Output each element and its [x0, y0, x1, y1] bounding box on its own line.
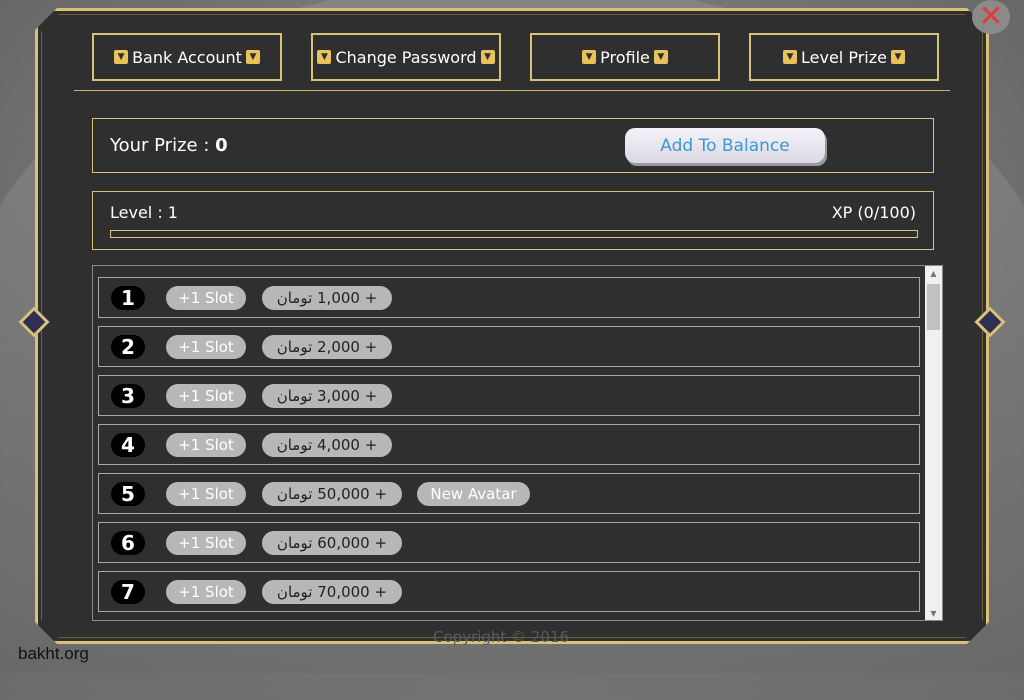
level-panel: Level : 1 XP (0/100) [92, 191, 934, 250]
site-watermark: bakht.org [18, 644, 89, 663]
chevron-down-icon: ▼ [480, 50, 495, 64]
slot-badge: +1 Slot [166, 482, 246, 506]
money-badge: + 2,000 تومان [262, 335, 392, 359]
list-scrollbar[interactable]: ▲ ▼ [925, 266, 942, 620]
prize-value: 0 [215, 135, 228, 156]
level-number-badge: 3 [111, 384, 145, 408]
prize-panel: Your Prize : 0 Add To Balance [92, 118, 934, 173]
close-button[interactable]: ✕ [972, 0, 1010, 34]
list-item: 7 +1 Slot + 70,000 تومان [98, 571, 920, 612]
xp-progress-bar [110, 230, 918, 238]
chevron-down-icon: ▼ [114, 50, 129, 64]
slot-badge: +1 Slot [166, 531, 246, 555]
xp-label: XP (0/100) [831, 203, 916, 222]
tab-label: Level Prize [801, 47, 887, 67]
slot-badge: +1 Slot [166, 384, 246, 408]
tab-profile[interactable]: ▼ Profile ▼ [530, 33, 720, 81]
header-divider [74, 90, 950, 91]
level-number-badge: 6 [111, 531, 145, 555]
money-badge: + 3,000 تومان [262, 384, 392, 408]
tab-label: Bank Account [132, 47, 242, 67]
level-prize-list: 1 +1 Slot + 1,000 تومان 2 +1 Slot + 2,00… [92, 265, 943, 621]
list-item: 2 +1 Slot + 2,000 تومان [98, 326, 920, 367]
close-icon: ✕ [978, 0, 1004, 34]
scroll-down-arrow-icon[interactable]: ▼ [925, 606, 942, 620]
chevron-down-icon: ▼ [582, 50, 597, 64]
tab-label: Profile [600, 47, 650, 67]
level-number-badge: 7 [111, 580, 145, 604]
chevron-down-icon: ▼ [245, 50, 260, 64]
chevron-down-icon: ▼ [783, 50, 798, 64]
list-item: 5 +1 Slot + 50,000 تومان New Avatar [98, 473, 920, 514]
level-number-badge: 4 [111, 433, 145, 457]
money-badge: + 70,000 تومان [262, 580, 402, 604]
money-badge: + 60,000 تومان [262, 531, 402, 555]
level-number-badge: 1 [111, 286, 145, 310]
add-to-balance-button[interactable]: Add To Balance [625, 128, 825, 163]
slot-badge: +1 Slot [166, 433, 246, 457]
tab-level-prize[interactable]: ▼ Level Prize ▼ [749, 33, 939, 81]
level-label: Level : 1 [110, 203, 178, 222]
money-badge: + 4,000 تومان [262, 433, 392, 457]
new-avatar-badge: New Avatar [417, 482, 530, 506]
money-badge: + 50,000 تومان [262, 482, 402, 506]
level-number-badge: 2 [111, 335, 145, 359]
level-number-badge: 5 [111, 482, 145, 506]
tab-bank-account[interactable]: ▼ Bank Account ▼ [92, 33, 282, 81]
copyright-text: Copyright © 2016 [433, 628, 570, 646]
tab-label: Change Password [335, 47, 477, 67]
tab-change-password[interactable]: ▼ Change Password ▼ [311, 33, 501, 81]
slot-badge: +1 Slot [166, 286, 246, 310]
money-badge: + 1,000 تومان [262, 286, 392, 310]
list-item: 6 +1 Slot + 60,000 تومان [98, 522, 920, 563]
chevron-down-icon: ▼ [653, 50, 668, 64]
chevron-down-icon: ▼ [317, 50, 332, 64]
slot-badge: +1 Slot [166, 335, 246, 359]
list-item: 3 +1 Slot + 3,000 تومان [98, 375, 920, 416]
scroll-up-arrow-icon[interactable]: ▲ [925, 266, 942, 280]
scrollbar-thumb[interactable] [927, 284, 940, 330]
chevron-down-icon: ▼ [890, 50, 905, 64]
list-item: 4 +1 Slot + 4,000 تومان [98, 424, 920, 465]
prize-label: Your Prize : 0 [110, 135, 228, 156]
list-item: 1 +1 Slot + 1,000 تومان [98, 277, 920, 318]
slot-badge: +1 Slot [166, 580, 246, 604]
prize-label-text: Your Prize : [110, 135, 216, 156]
